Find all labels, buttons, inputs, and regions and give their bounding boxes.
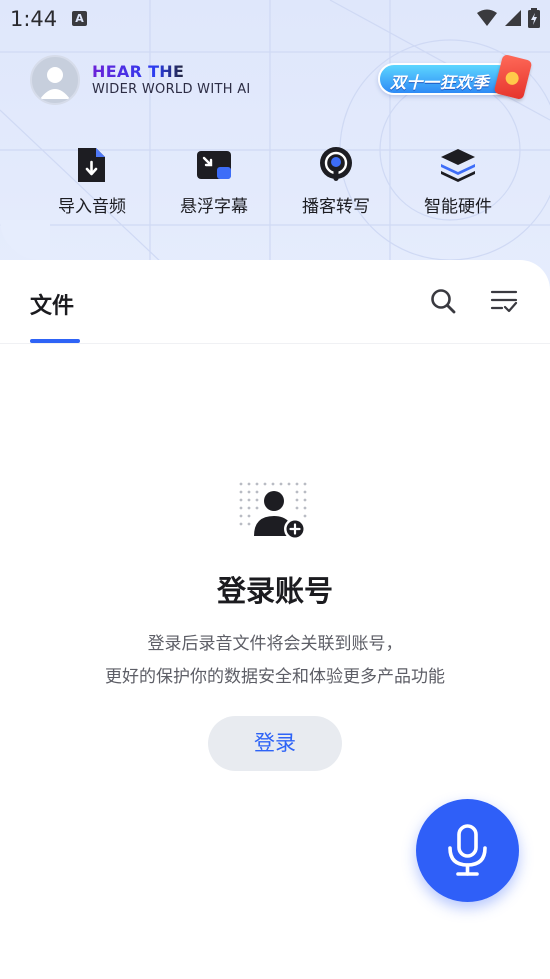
brand-slogan-line1: HEAR THE	[92, 62, 251, 81]
promo-banner[interactable]: 双十一狂欢季	[378, 53, 533, 101]
empty-state-desc-line1: 登录后录音文件将会关联到账号，	[147, 634, 403, 654]
action-label: 智能硬件	[424, 197, 492, 217]
wifi-icon	[477, 9, 497, 26]
search-icon[interactable]	[430, 288, 456, 314]
brand-slogan-line2: WIDER WORLD WITH AI	[92, 82, 251, 97]
battery-icon	[528, 8, 540, 28]
empty-state-title: 登录账号	[216, 574, 333, 608]
import-audio-icon	[78, 148, 105, 182]
login-button[interactable]: 登录	[208, 716, 342, 771]
status-bar: 1:44 A	[0, 0, 550, 40]
action-import-audio[interactable]: 导入音频	[32, 140, 152, 220]
signal-icon	[505, 10, 521, 26]
smart-hardware-icon	[441, 149, 475, 182]
empty-state-description: 登录后录音文件将会关联到账号， 更好的保护你的数据安全和体验更多产品功能	[0, 628, 550, 694]
avatar[interactable]	[30, 55, 80, 105]
tab-indicator	[30, 339, 80, 343]
action-podcast-transcribe[interactable]: 播客转写	[276, 140, 396, 220]
action-label: 导入音频	[58, 197, 126, 217]
tab-bar: 文件	[0, 260, 550, 344]
action-label: 悬浮字幕	[180, 197, 248, 217]
microphone-icon	[448, 824, 487, 876]
notification-icon: A	[72, 11, 87, 26]
action-floating-subtitle[interactable]: 悬浮字幕	[154, 140, 274, 220]
floating-subtitle-icon	[197, 151, 231, 179]
status-icons	[476, 8, 540, 28]
tab-files[interactable]: 文件	[30, 288, 74, 320]
empty-state-desc-line2: 更好的保护你的数据安全和体验更多产品功能	[105, 667, 445, 687]
login-account-icon	[239, 482, 307, 540]
record-button[interactable]	[416, 799, 519, 902]
user-avatar-icon	[40, 67, 70, 99]
promo-label: 双十一狂欢季	[390, 73, 490, 92]
action-label: 播客转写	[302, 197, 370, 217]
quick-actions: 导入音频 悬浮字幕 播客转写 智能硬件	[0, 140, 550, 220]
action-smart-hardware[interactable]: 智能硬件	[398, 140, 518, 220]
status-time: 1:44	[10, 7, 58, 31]
filter-list-icon[interactable]	[490, 288, 518, 314]
red-envelope-icon	[493, 53, 533, 101]
brand-slogan: HEAR THE WIDER WORLD WITH AI	[92, 62, 251, 97]
podcast-transcribe-icon	[320, 147, 352, 181]
